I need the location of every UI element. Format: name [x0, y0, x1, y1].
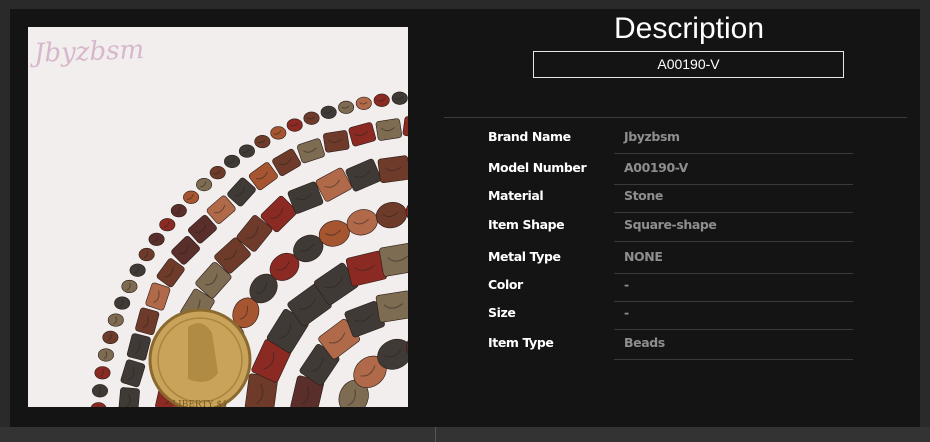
spec-value: Square-shape: [624, 217, 717, 232]
bead: [97, 348, 114, 362]
spec-value: NONE: [624, 249, 663, 264]
page-title: Description: [613, 12, 765, 45]
bead: [209, 166, 226, 180]
row-divider: [614, 301, 853, 302]
bead: [121, 279, 138, 294]
spec-value: Beads: [624, 335, 665, 350]
bead: [129, 263, 146, 277]
row-divider: [614, 273, 853, 274]
spec-value: Jbyzbsm: [624, 129, 680, 144]
bead: [323, 130, 350, 153]
spec-label: Model Number: [488, 160, 587, 175]
bead: [286, 118, 303, 132]
bead: [94, 366, 111, 380]
spec-label: Item Shape: [488, 217, 565, 232]
section-divider: [444, 117, 907, 118]
spec-label: Metal Type: [488, 249, 561, 264]
bead: [159, 218, 176, 232]
bead: [270, 126, 287, 140]
bead: [138, 247, 155, 262]
brand-watermark: Jbyzbsm: [33, 35, 145, 69]
spec-value: -: [624, 305, 629, 320]
spec-row-size: Size -: [488, 305, 858, 330]
bead: [238, 144, 255, 158]
bead: [114, 296, 131, 310]
sku-box: A00190-V: [533, 51, 844, 78]
row-divider: [614, 184, 853, 185]
bead: [303, 111, 320, 125]
bead: [375, 118, 403, 141]
bottom-strip: [0, 427, 930, 442]
coin-text: LIBERTY $1: [172, 400, 228, 407]
bead: [102, 330, 119, 344]
bead: [148, 232, 165, 246]
row-divider: [614, 212, 853, 213]
row-divider: [614, 241, 853, 242]
spec-value: -: [624, 277, 629, 292]
bead: [196, 177, 213, 192]
spec-label: Material: [488, 188, 544, 203]
spec-label: Size: [488, 305, 516, 320]
bead: [338, 100, 355, 114]
bead: [170, 204, 187, 218]
row-divider: [614, 329, 853, 330]
bead: [224, 154, 241, 169]
spec-label: Item Type: [488, 335, 554, 350]
spec-value: A00190-V: [624, 160, 688, 175]
bead: [254, 134, 271, 149]
spec-value: Stone: [624, 188, 663, 203]
bead: [183, 190, 200, 204]
bead: [107, 313, 124, 327]
spec-row-metal-type: Metal Type NONE: [488, 249, 858, 274]
bead: [373, 93, 390, 107]
bead: [320, 105, 337, 119]
spec-label: Brand Name: [488, 129, 571, 144]
product-photo: LIBERTY $1 Jbyzbsm: [28, 27, 408, 407]
spec-row-material: Material Stone: [488, 188, 858, 213]
bead: [91, 384, 108, 398]
bottom-divider: [435, 427, 436, 442]
beads-illustration: LIBERTY $1: [28, 27, 408, 407]
spec-row-brand-name: Brand Name Jbyzbsm: [488, 129, 858, 154]
bead: [375, 290, 408, 323]
spec-row-model-number: Model Number A00190-V: [488, 160, 858, 185]
spec-row-item-type: Item Type Beads: [488, 335, 858, 360]
spec-row-item-shape: Item Shape Square-shape: [488, 217, 858, 242]
bead: [355, 96, 372, 110]
row-divider: [614, 359, 853, 360]
spec-label: Color: [488, 277, 523, 292]
bead: [391, 91, 408, 105]
row-divider: [614, 153, 853, 154]
spec-row-color: Color -: [488, 277, 858, 302]
bead: [377, 155, 408, 184]
